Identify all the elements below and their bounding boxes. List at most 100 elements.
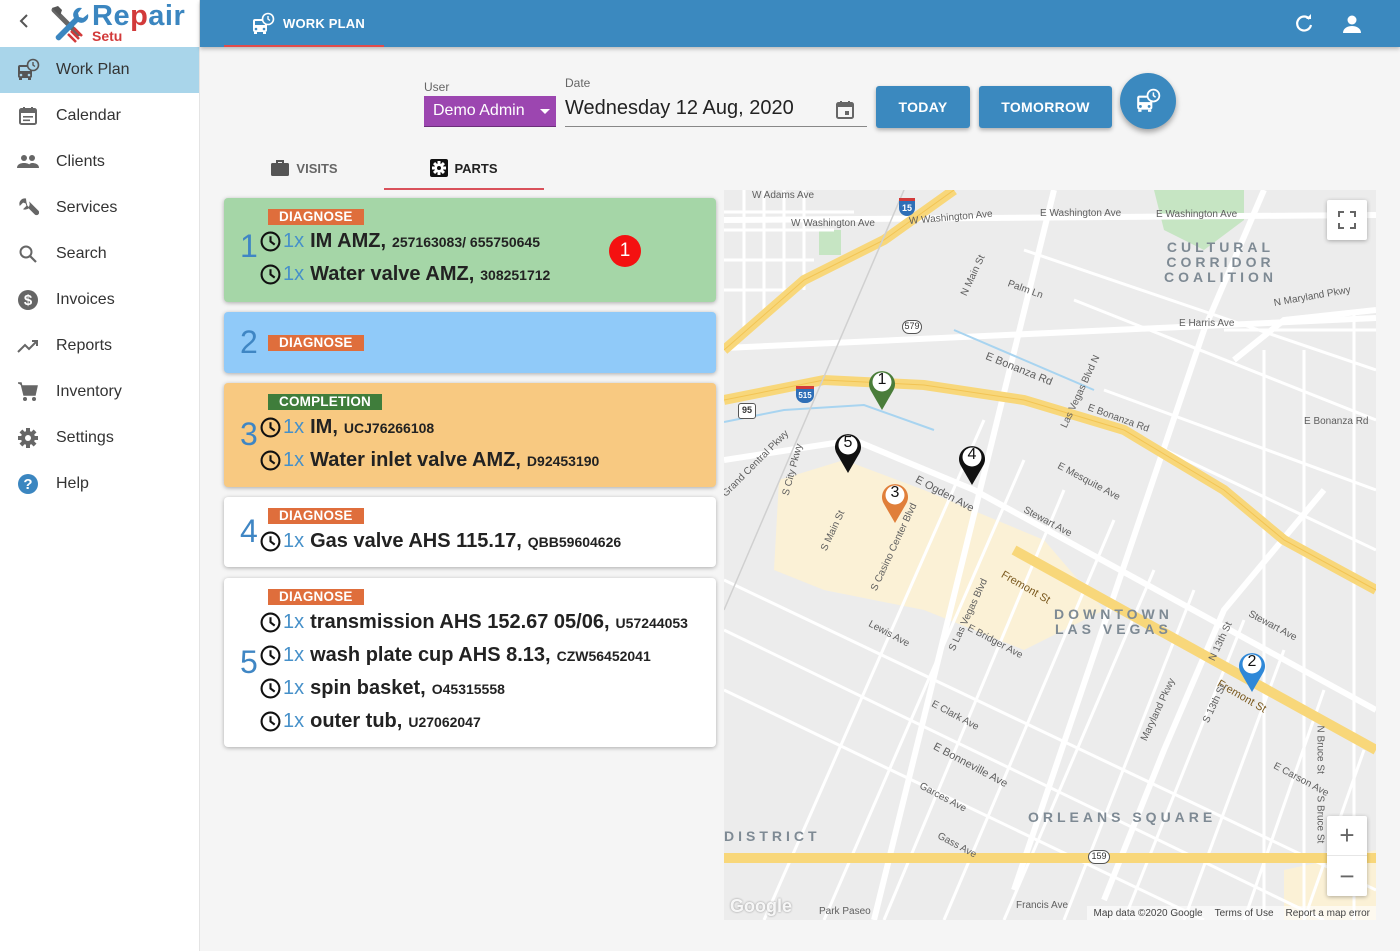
logo-row: Repair Setu (0, 0, 199, 47)
visit-card[interactable]: 5 DIAGNOSE 1x transmission AHS 152.67 05… (224, 578, 716, 747)
map-pin-3[interactable]: 3 (880, 480, 910, 524)
terms-of-use-link[interactable]: Terms of Use (1215, 908, 1274, 919)
clock-icon (260, 531, 281, 552)
refresh-icon[interactable] (1292, 12, 1316, 36)
part-code: 257163083/ 655750645 (392, 233, 540, 250)
part-row: 1x IM AMZ, 257163083/ 655750645 (260, 230, 540, 253)
route-map[interactable]: 15 515 95 579 159 CULTURAL CORRIDOR COAL… (724, 190, 1376, 920)
part-name: Water inlet valve AMZ, (310, 449, 521, 471)
sidebar-item-settings[interactable]: Settings (0, 415, 199, 461)
google-logo: Google (730, 896, 792, 916)
part-name: spin basket, (310, 677, 426, 699)
sidebar-item-invoices[interactable]: $ Invoices (0, 277, 199, 323)
map-pin-4[interactable]: 4 (957, 442, 987, 486)
tab-label: WORK PLAN (283, 16, 365, 31)
street-label: E Washington Ave (1040, 208, 1122, 219)
visit-card[interactable]: 3 COMPLETION 1x IM, UCJ76266108 1x Water… (224, 383, 716, 487)
map-pin-1[interactable]: 1 (867, 367, 897, 411)
tab-parts[interactable]: PARTS (384, 146, 544, 190)
street-label: W Washington Ave (791, 218, 875, 229)
sidebar-item-label: Help (56, 475, 89, 492)
tomorrow-button[interactable]: TOMORROW (979, 86, 1112, 128)
zoom-out-button[interactable]: − (1327, 856, 1367, 896)
visit-card[interactable]: 1 DIAGNOSE 1x IM AMZ, 257163083/ 6557506… (224, 198, 716, 302)
sidebar-item-clients[interactable]: Clients (0, 139, 199, 185)
sidebar-item-help[interactable]: ? Help (0, 461, 199, 507)
sidebar-item-services[interactable]: Services (0, 185, 199, 231)
sidebar-item-reports[interactable]: Reports (0, 323, 199, 369)
help-icon: ? (16, 472, 40, 496)
dropdown-caret-icon (540, 109, 550, 114)
part-row: 1x wash plate cup AHS 8.13, CZW56452041 (260, 644, 651, 667)
interstate-515-shield: 515 (796, 386, 814, 403)
sidebar-item-inventory[interactable]: Inventory (0, 369, 199, 415)
map-pin-5[interactable]: 5 (833, 430, 863, 474)
part-quantity: 1x (283, 416, 305, 438)
wrench-screwdriver-logo-icon (51, 6, 89, 43)
tab-label: PARTS (454, 160, 498, 176)
part-quantity: 1x (283, 710, 305, 732)
account-icon[interactable] (1340, 12, 1364, 36)
part-quantity: 1x (283, 530, 305, 552)
date-label: Date (565, 76, 591, 90)
area-label-cultural-corridor: CULTURAL CORRIDOR COALITION (1164, 239, 1277, 285)
sidebar-item-search[interactable]: Search (0, 231, 199, 277)
park (819, 230, 841, 255)
tab-work-plan[interactable]: WORK PLAN (224, 0, 384, 47)
sidebar-item-label: Reports (56, 337, 113, 354)
part-code: U27062047 (408, 713, 481, 730)
today-button[interactable]: TODAY (876, 86, 970, 128)
calendar-icon[interactable] (835, 100, 855, 126)
clock-icon (260, 645, 281, 666)
part-code: U57244053 (615, 614, 688, 631)
part-name: Gas valve AHS 115.17, (310, 530, 522, 552)
map-pin-2[interactable]: 2 (1237, 649, 1267, 693)
sidebar-item-calendar[interactable]: Calendar (0, 93, 199, 139)
status-badge: DIAGNOSE (268, 335, 364, 351)
part-code: D92453190 (526, 452, 600, 469)
optimize-route-fab[interactable] (1120, 73, 1176, 129)
clock-icon (260, 612, 281, 633)
sidebar-item-label: Calendar (56, 107, 121, 124)
status-badge: DIAGNOSE (268, 209, 364, 225)
pin-label: 5 (843, 434, 853, 451)
dollar-icon: $ (16, 288, 40, 312)
tab-visits[interactable]: VISITS (224, 146, 384, 190)
visit-card[interactable]: 4 DIAGNOSE 1x Gas valve AHS 115.17, QBB5… (224, 497, 716, 567)
active-tab-indicator (384, 188, 544, 190)
visit-number: 5 (240, 644, 258, 680)
sidebar-item-work-plan[interactable]: Work Plan (0, 47, 199, 93)
fullscreen-icon (1338, 211, 1356, 229)
part-row: 1x Water inlet valve AMZ, D92453190 (260, 449, 599, 472)
chevron-left-icon[interactable] (16, 13, 32, 34)
status-badge: DIAGNOSE (268, 508, 364, 524)
app-logo: Repair Setu (48, 0, 188, 46)
report-map-error-link[interactable]: Report a map error (1286, 908, 1370, 919)
part-code: QBB59604626 (527, 533, 622, 550)
visit-card[interactable]: 2 DIAGNOSE (224, 312, 716, 373)
street-label: E Washington Ave (1156, 209, 1238, 220)
user-select[interactable]: Demo Admin (424, 96, 556, 127)
zoom-in-button[interactable]: + (1327, 816, 1367, 856)
visit-number: 2 (240, 324, 258, 360)
part-name: IM, (310, 416, 338, 438)
waterway (953, 329, 1095, 391)
user-label: User (424, 80, 450, 94)
part-quantity: 1x (283, 611, 305, 633)
fullscreen-button[interactable] (1327, 200, 1367, 240)
sidebar-item-label: Clients (56, 153, 105, 170)
date-input[interactable]: Wednesday 12 Aug, 2020 (565, 94, 867, 127)
part-row: 1x outer tub, U27062047 (260, 710, 481, 733)
sidebar-item-label: Settings (56, 429, 114, 446)
part-code: UCJ76266108 (343, 419, 435, 436)
street-label: E Harris Ave (1179, 318, 1235, 329)
visit-number: 4 (240, 513, 258, 549)
bus-clock-icon (253, 12, 275, 34)
status-badge: DIAGNOSE (268, 589, 364, 605)
user-select-value: Demo Admin (433, 102, 525, 119)
part-code: O45315558 (431, 680, 505, 697)
logo-text-c: air (148, 0, 186, 32)
part-row: 1x Gas valve AHS 115.17, QBB59604626 (260, 530, 621, 553)
pin-label: 2 (1247, 653, 1257, 670)
us-95-shield: 95 (738, 403, 756, 419)
